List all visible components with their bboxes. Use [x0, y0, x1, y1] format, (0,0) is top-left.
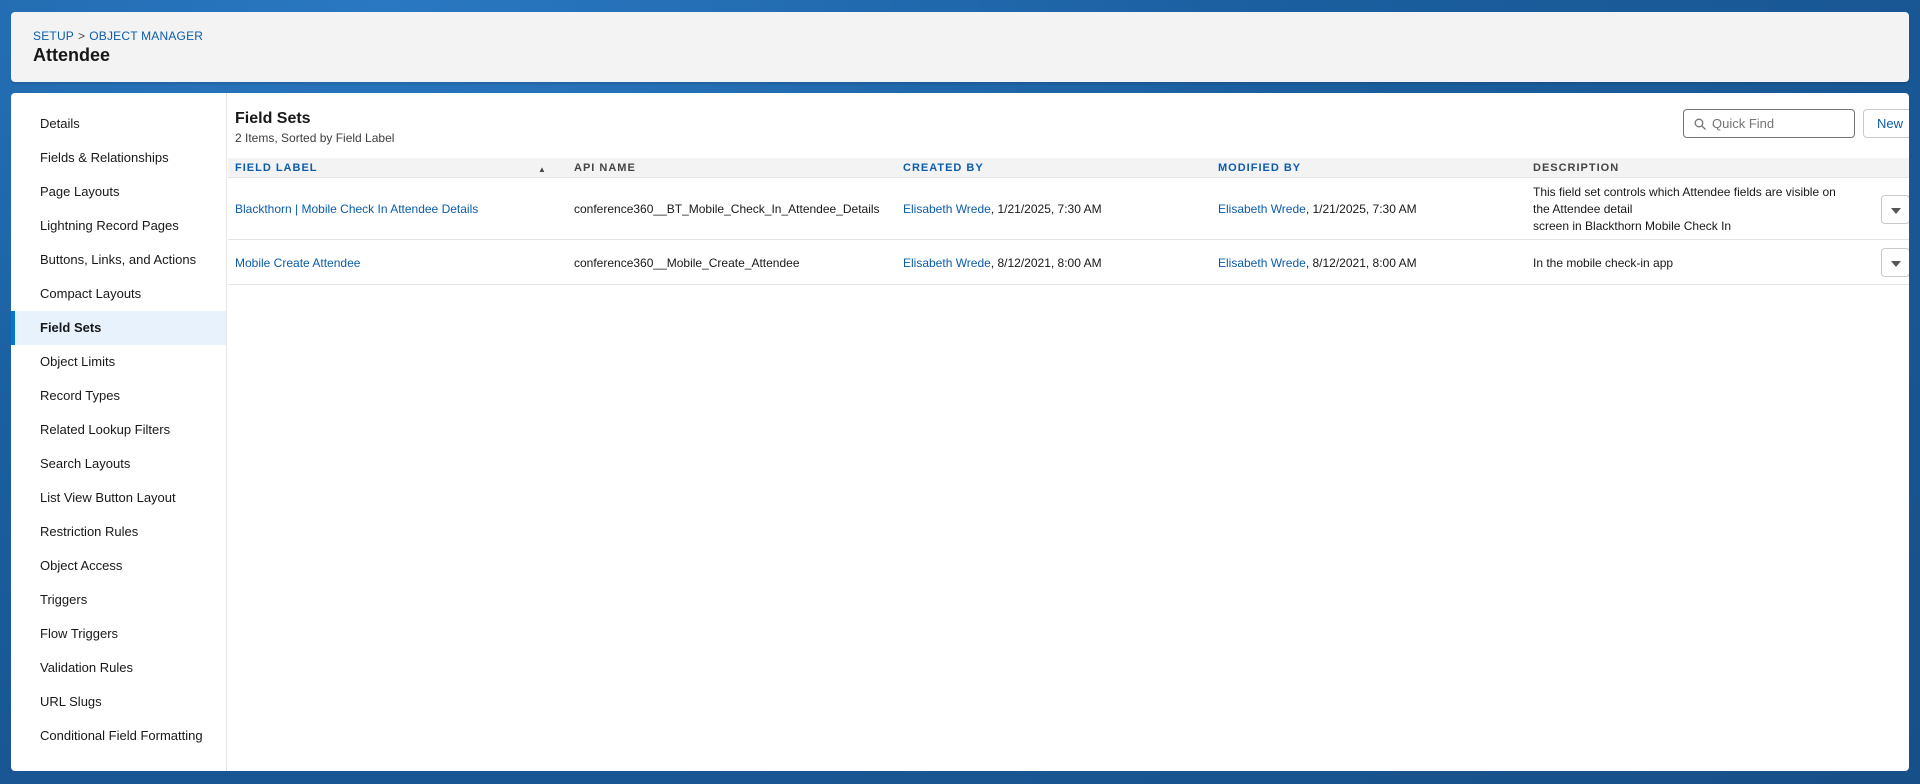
breadcrumb-setup[interactable]: SETUP [33, 29, 74, 43]
sidebar-item-object-limits[interactable]: Object Limits [11, 345, 226, 379]
row-actions-dropdown[interactable] [1881, 195, 1909, 224]
page-header: SETUP > OBJECT MANAGER Attendee [11, 12, 1909, 82]
sidebar-item-record-types[interactable]: Record Types [11, 379, 226, 413]
sidebar-item-related-lookup-filters[interactable]: Related Lookup Filters [11, 413, 226, 447]
created-by-user-link[interactable]: Elisabeth Wrede [903, 202, 991, 216]
created-by-date: , 1/21/2025, 7:30 AM [990, 202, 1102, 216]
description-line: the Attendee detail [1533, 202, 1633, 216]
modified-by-date: , 1/21/2025, 7:30 AM [1305, 202, 1417, 216]
description: In the mobile check-in app [1533, 255, 1673, 272]
table-row: Mobile Create Attendee conference360__Mo… [228, 241, 1909, 285]
main-panel: Details Fields & Relationships Page Layo… [11, 93, 1909, 771]
sidebar-item-page-layouts[interactable]: Page Layouts [11, 175, 226, 209]
sidebar-item-compact-layouts[interactable]: Compact Layouts [11, 277, 226, 311]
modified-by: Elisabeth Wrede, 8/12/2021, 8:00 AM [1218, 255, 1417, 272]
sidebar-item-restriction-rules[interactable]: Restriction Rules [11, 515, 226, 549]
column-header-description: DESCRIPTION [1533, 162, 1620, 174]
sidebar-item-field-sets[interactable]: Field Sets [11, 311, 226, 345]
api-name: conference360__BT_Mobile_Check_In_Attend… [574, 202, 880, 216]
sidebar-item-fields-relationships[interactable]: Fields & Relationships [11, 141, 226, 175]
sort-ascending-icon[interactable]: ▲ [538, 165, 546, 174]
sidebar-item-buttons-links-actions[interactable]: Buttons, Links, and Actions [11, 243, 226, 277]
sidebar-item-object-access[interactable]: Object Access [11, 549, 226, 583]
created-by-date: , 8/12/2021, 8:00 AM [990, 256, 1102, 270]
description-line: screen in Blackthorn Mobile Check In [1533, 219, 1732, 233]
sidebar-item-list-view-button-layout[interactable]: List View Button Layout [11, 481, 226, 515]
created-by: Elisabeth Wrede, 1/21/2025, 7:30 AM [903, 201, 1102, 218]
created-by-user-link[interactable]: Elisabeth Wrede [903, 256, 991, 270]
table-header: FIELD LABEL ▲ API NAME CREATED BY MODIFI… [228, 158, 1909, 178]
breadcrumb: SETUP > OBJECT MANAGER [33, 29, 203, 43]
breadcrumb-separator: > [78, 29, 86, 43]
modified-by-date: , 8/12/2021, 8:00 AM [1305, 256, 1417, 270]
column-header-modified-by[interactable]: MODIFIED BY [1218, 158, 1301, 178]
created-by: Elisabeth Wrede, 8/12/2021, 8:00 AM [903, 255, 1102, 272]
description-line: This field set controls which Attendee f… [1533, 185, 1836, 199]
quick-find-box[interactable] [1683, 109, 1855, 138]
sidebar-item-validation-rules[interactable]: Validation Rules [11, 651, 226, 685]
sidebar-item-lightning-record-pages[interactable]: Lightning Record Pages [11, 209, 226, 243]
sidebar: Details Fields & Relationships Page Layo… [11, 93, 227, 771]
sidebar-item-url-slugs[interactable]: URL Slugs [11, 685, 226, 719]
table-row: Blackthorn | Mobile Check In Attendee De… [228, 179, 1909, 240]
modified-by: Elisabeth Wrede, 1/21/2025, 7:30 AM [1218, 201, 1417, 218]
field-label-link[interactable]: Mobile Create Attendee [235, 255, 360, 272]
sidebar-item-flow-triggers[interactable]: Flow Triggers [11, 617, 226, 651]
column-header-created-by[interactable]: CREATED BY [903, 158, 984, 178]
description-line: In the mobile check-in app [1533, 256, 1674, 270]
column-header-api-name: API NAME [574, 162, 636, 174]
field-label-link[interactable]: Blackthorn | Mobile Check In Attendee De… [235, 201, 478, 218]
column-header-field-label[interactable]: FIELD LABEL [235, 158, 318, 178]
new-button[interactable]: New [1863, 109, 1909, 138]
page-title: Attendee [33, 45, 111, 65]
api-name: conference360__Mobile_Create_Attendee [574, 256, 800, 270]
breadcrumb-object-manager[interactable]: OBJECT MANAGER [89, 29, 203, 43]
modified-by-user-link[interactable]: Elisabeth Wrede [1218, 202, 1306, 216]
section-subtitle: 2 Items, Sorted by Field Label [235, 131, 395, 145]
modified-by-user-link[interactable]: Elisabeth Wrede [1218, 256, 1306, 270]
field-sets-content: Field Sets 2 Items, Sorted by Field Labe… [228, 93, 1909, 771]
sidebar-item-details[interactable]: Details [11, 107, 226, 141]
description: This field set controls which Attendee f… [1533, 184, 1836, 235]
sidebar-item-conditional-field-formatting[interactable]: Conditional Field Formatting [11, 719, 226, 753]
sidebar-item-triggers[interactable]: Triggers [11, 583, 226, 617]
row-actions-dropdown[interactable] [1881, 248, 1909, 277]
search-icon [1694, 118, 1706, 130]
section-title: Field Sets [235, 110, 311, 127]
sidebar-item-search-layouts[interactable]: Search Layouts [11, 447, 226, 481]
quick-find-input[interactable] [1712, 110, 1852, 137]
